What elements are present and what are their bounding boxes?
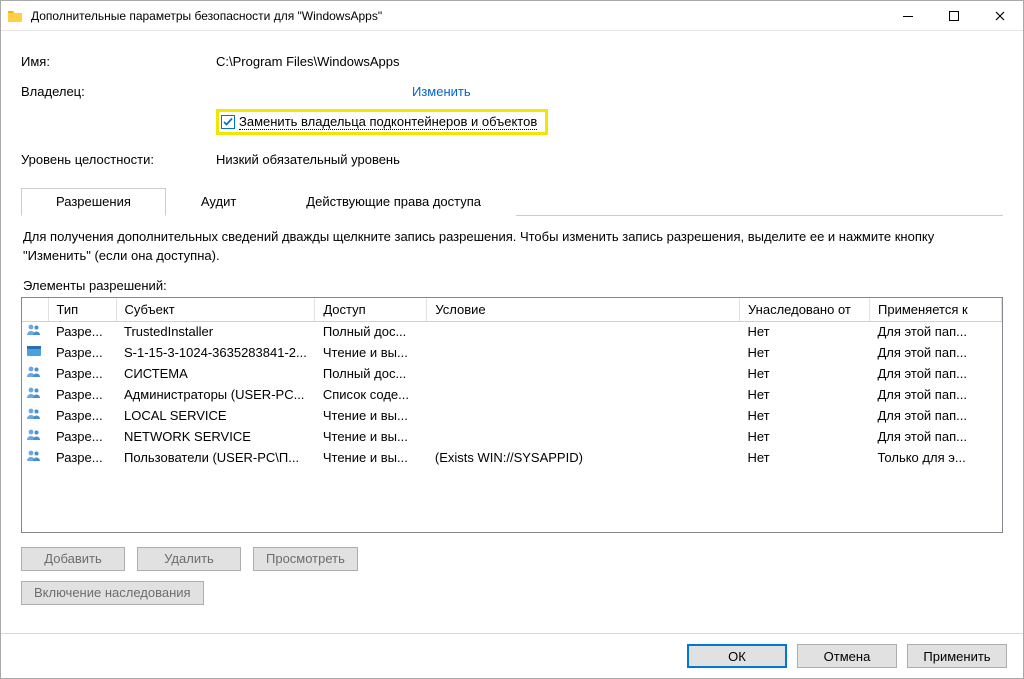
cancel-button[interactable]: Отмена xyxy=(797,644,897,668)
col-type[interactable]: Тип xyxy=(48,298,116,322)
titlebar[interactable]: Дополнительные параметры безопасности дл… xyxy=(1,1,1023,31)
cell-access: Чтение и вы... xyxy=(315,447,427,468)
cell-applies: Для этой пап... xyxy=(870,363,1002,384)
name-value: C:\Program Files\WindowsApps xyxy=(216,54,1003,69)
add-button[interactable]: Добавить xyxy=(21,547,125,571)
content-area: Имя: C:\Program Files\WindowsApps Владел… xyxy=(1,31,1023,633)
cell-subject: NETWORK SERVICE xyxy=(116,426,315,447)
minimize-button[interactable] xyxy=(885,1,931,31)
permission-buttons: Добавить Удалить Просмотреть xyxy=(21,547,1003,571)
cell-access: Полный дос... xyxy=(315,321,427,342)
replace-owner-checkbox[interactable] xyxy=(221,115,235,129)
users-icon xyxy=(22,426,48,447)
table-row[interactable]: Разре...TrustedInstallerПолный дос... Нет… xyxy=(22,321,1002,342)
table-row[interactable]: Разре...СИСТЕМАПолный дос... НетДля этой … xyxy=(22,363,1002,384)
cell-condition xyxy=(427,363,740,384)
cell-type: Разре... xyxy=(48,384,116,405)
delete-button[interactable]: Удалить xyxy=(137,547,241,571)
cell-inherited: Нет xyxy=(740,321,870,342)
cell-condition xyxy=(427,426,740,447)
cell-subject: LOCAL SERVICE xyxy=(116,405,315,426)
cell-type: Разре... xyxy=(48,363,116,384)
cell-access: Список соде... xyxy=(315,384,427,405)
tab-audit[interactable]: Аудит xyxy=(166,188,271,216)
cell-applies: Для этой пап... xyxy=(870,426,1002,447)
cell-access: Чтение и вы... xyxy=(315,405,427,426)
cell-access: Полный дос... xyxy=(315,363,427,384)
table-row[interactable]: Разре...LOCAL SERVICEЧтение и вы... НетДл… xyxy=(22,405,1002,426)
enable-inheritance-button[interactable]: Включение наследования xyxy=(21,581,204,605)
cell-access: Чтение и вы... xyxy=(315,426,427,447)
col-inherited[interactable]: Унаследовано от xyxy=(740,298,870,322)
tab-permissions[interactable]: Разрешения xyxy=(21,188,166,216)
window-title: Дополнительные параметры безопасности дл… xyxy=(29,9,885,23)
tabs: Разрешения Аудит Действующие права досту… xyxy=(21,187,1003,216)
replace-owner-label: Заменить владельца подконтейнеров и объе… xyxy=(239,114,537,130)
users-icon xyxy=(22,384,48,405)
cell-applies: Только для э... xyxy=(870,447,1002,468)
change-owner-link[interactable]: Изменить xyxy=(412,84,471,99)
permissions-grid[interactable]: Тип Субъект Доступ Условие Унаследовано … xyxy=(21,297,1003,533)
cell-inherited: Нет xyxy=(740,342,870,363)
cell-inherited: Нет xyxy=(740,363,870,384)
hint-text: Для получения дополнительных сведений дв… xyxy=(21,216,1003,272)
owner-label: Владелец: xyxy=(21,84,216,99)
cell-inherited: Нет xyxy=(740,405,870,426)
cell-subject: СИСТЕМА xyxy=(116,363,315,384)
cell-condition xyxy=(427,321,740,342)
cell-applies: Для этой пап... xyxy=(870,342,1002,363)
cell-inherited: Нет xyxy=(740,384,870,405)
tab-effective-access[interactable]: Действующие права доступа xyxy=(271,188,516,216)
col-condition[interactable]: Условие xyxy=(427,298,740,322)
cell-subject: Администраторы (USER-PC... xyxy=(116,384,315,405)
cell-subject: TrustedInstaller xyxy=(116,321,315,342)
cell-applies: Для этой пап... xyxy=(870,321,1002,342)
maximize-button[interactable] xyxy=(931,1,977,31)
integrity-label: Уровень целостности: xyxy=(21,152,216,167)
cell-subject: S-1-15-3-1024-3635283841-2... xyxy=(116,342,315,363)
users-icon xyxy=(22,405,48,426)
table-row[interactable]: Разре...Администраторы (USER-PC...Список… xyxy=(22,384,1002,405)
replace-owner-highlight: Заменить владельца подконтейнеров и объе… xyxy=(216,109,548,135)
table-row[interactable]: Разре...S-1-15-3-1024-3635283841-2...Чте… xyxy=(22,342,1002,363)
col-subject[interactable]: Субъект xyxy=(116,298,315,322)
cell-condition xyxy=(427,405,740,426)
users-icon xyxy=(22,321,48,342)
cell-condition xyxy=(427,384,740,405)
integrity-value: Низкий обязательный уровень xyxy=(216,152,1003,167)
users-icon xyxy=(22,363,48,384)
advanced-security-window: Дополнительные параметры безопасности дл… xyxy=(0,0,1024,679)
name-label: Имя: xyxy=(21,54,216,69)
cell-applies: Для этой пап... xyxy=(870,405,1002,426)
close-button[interactable] xyxy=(977,1,1023,31)
app-icon xyxy=(22,342,48,363)
cell-condition: (Exists WIN://SYSAPPID) xyxy=(427,447,740,468)
cell-type: Разре... xyxy=(48,321,116,342)
cell-type: Разре... xyxy=(48,426,116,447)
table-row[interactable]: Разре...NETWORK SERVICEЧтение и вы... Нет… xyxy=(22,426,1002,447)
permissions-section-label: Элементы разрешений: xyxy=(21,272,1003,297)
apply-button[interactable]: Применить xyxy=(907,644,1007,668)
cell-type: Разре... xyxy=(48,342,116,363)
col-access[interactable]: Доступ xyxy=(315,298,427,322)
folder-icon xyxy=(1,1,29,31)
dialog-footer: ОК Отмена Применить xyxy=(1,633,1023,678)
cell-type: Разре... xyxy=(48,405,116,426)
table-row[interactable]: Разре...Пользователи (USER-PC\П...Чтение… xyxy=(22,447,1002,468)
cell-subject: Пользователи (USER-PC\П... xyxy=(116,447,315,468)
col-applies[interactable]: Применяется к xyxy=(870,298,1002,322)
cell-inherited: Нет xyxy=(740,426,870,447)
users-icon xyxy=(22,447,48,468)
cell-inherited: Нет xyxy=(740,447,870,468)
window-controls xyxy=(885,1,1023,31)
ok-button[interactable]: ОК xyxy=(687,644,787,668)
cell-applies: Для этой пап... xyxy=(870,384,1002,405)
cell-condition xyxy=(427,342,740,363)
view-button[interactable]: Просмотреть xyxy=(253,547,358,571)
cell-access: Чтение и вы... xyxy=(315,342,427,363)
cell-type: Разре... xyxy=(48,447,116,468)
